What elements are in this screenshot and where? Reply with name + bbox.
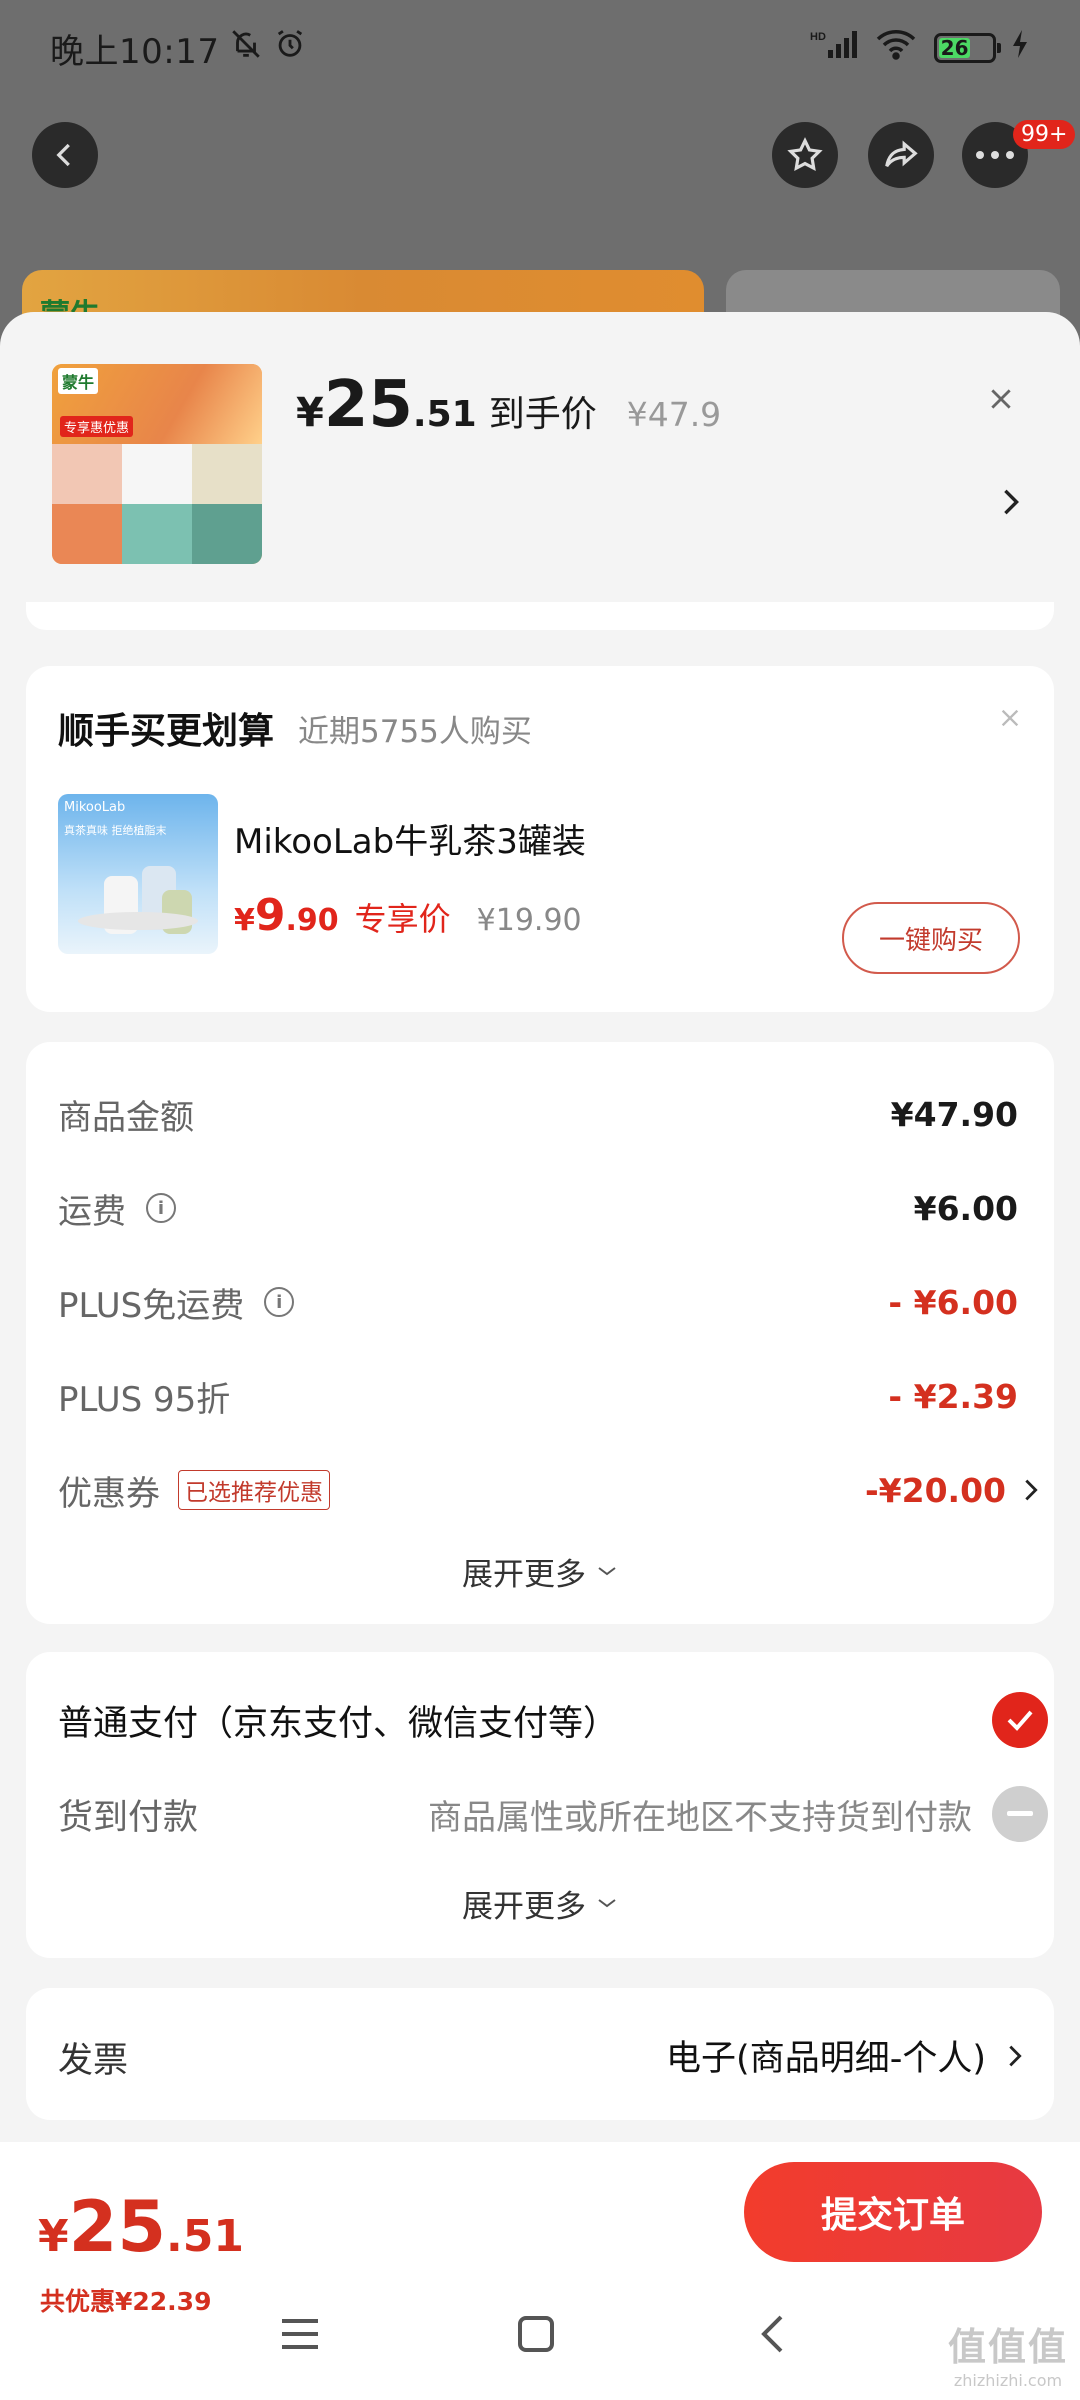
product-thumbnail: 蒙牛 专享惠优惠 xyxy=(52,364,262,564)
collapsed-section-strip xyxy=(26,602,1054,630)
more-badge: 99+ xyxy=(1013,120,1076,149)
original-price: ¥47.9 xyxy=(626,395,722,434)
charging-icon xyxy=(1010,28,1030,69)
submit-order-button[interactable]: 提交订单 xyxy=(744,2162,1042,2262)
upsell-price: ¥ 9 .90 专享价 ¥19.90 xyxy=(234,890,582,941)
upsell-card: 顺手买更划算 近期5755人购买 MikooLab 真茶真味 拒绝植脂末 Mik… xyxy=(26,666,1054,1012)
upsell-title: 顺手买更划算 xyxy=(58,711,275,752)
upsell-product-name[interactable]: MikooLab牛乳茶3罐装 xyxy=(234,814,586,863)
signal-icon: HD xyxy=(810,28,860,69)
share-button[interactable] xyxy=(868,122,934,188)
upsell-original-price: ¥19.90 xyxy=(476,903,582,938)
fee-row-shipping: 运费 i ¥6.00 xyxy=(58,1188,1018,1232)
invoice-card[interactable]: 发票 电子(商品明细-个人) xyxy=(26,1988,1054,2120)
watermark-url: zhizhizhi.com xyxy=(953,2371,1063,2390)
alarm-icon xyxy=(273,27,307,70)
upsell-close-button[interactable] xyxy=(990,698,1030,738)
upsell-subtitle: 近期5755人购买 xyxy=(298,714,532,750)
site-watermark: 值值值 zhizhizhi.com xyxy=(948,2316,1068,2390)
final-price-label: 到手价 xyxy=(488,394,597,435)
upsell-thumb-text: 真茶真味 拒绝植脂末 xyxy=(64,824,167,837)
upsell-price-tag: 专享价 xyxy=(354,900,451,938)
fee-row-goods-amount: 商品金额 ¥47.90 xyxy=(58,1094,1018,1138)
back-nav-button[interactable] xyxy=(742,2304,802,2364)
payment-expand-more[interactable]: 展开更多 xyxy=(26,1878,1054,1928)
fee-breakdown-card: 商品金额 ¥47.90 运费 i ¥6.00 PLUS免运费 i - ¥6.00 P… xyxy=(26,1042,1054,1624)
svg-text:HD: HD xyxy=(810,31,826,43)
fee-row-plus-free-shipping: PLUS免运费 i - ¥6.00 xyxy=(58,1282,1018,1326)
fees-expand-more[interactable]: 展开更多 xyxy=(26,1546,1054,1596)
status-bar: 晚上10:17 HD 26 xyxy=(0,0,1080,96)
coupon-recommended-tag: 已选推荐优惠 xyxy=(178,1470,330,1510)
thumb-brand-logo: 蒙牛 xyxy=(58,368,99,394)
cod-unavailable-hint: 商品属性或所在地区不支持货到付款 xyxy=(428,1797,972,1838)
back-button[interactable] xyxy=(32,122,98,188)
chevron-down-icon xyxy=(598,1899,616,1908)
payment-option-cod: 货到付款 商品属性或所在地区不支持货到付款 xyxy=(58,1784,1048,1844)
invoice-value: 电子(商品明细-个人) xyxy=(666,2039,986,2079)
watermark-logo: 值值值 xyxy=(947,2325,1068,2369)
upsell-thumb-brand: MikooLab xyxy=(64,800,126,815)
shipping-info-icon[interactable]: i xyxy=(146,1193,176,1223)
order-sheet: 蒙牛 专享惠优惠 ¥ 25 .51 到手价 ¥47.9 顺手买更划算 近期575… xyxy=(0,312,1080,2400)
product-summary: 蒙牛 专享惠优惠 ¥ 25 .51 到手价 ¥47.9 xyxy=(0,312,1080,612)
favorite-button[interactable] xyxy=(772,122,838,188)
invoice-chevron-icon xyxy=(1009,2045,1022,2066)
checkmark-selected-icon[interactable] xyxy=(992,1692,1048,1748)
status-time: 晚上10:17 xyxy=(50,31,220,72)
thumb-promo-tag: 专享惠优惠 xyxy=(60,416,134,437)
system-nav-bar xyxy=(0,2280,1080,2390)
fee-row-coupon[interactable]: 优惠券 已选推荐优惠 -¥20.00 xyxy=(58,1460,1038,1520)
mute-bell-icon xyxy=(229,27,263,70)
disabled-option-icon xyxy=(992,1786,1048,1842)
close-sheet-button[interactable] xyxy=(976,374,1026,424)
product-price: ¥ 25 .51 到手价 ¥47.9 xyxy=(296,368,722,442)
payment-option-normal[interactable]: 普通支付（京东支付、微信支付等） xyxy=(58,1690,1048,1750)
one-click-buy-button[interactable]: 一键购买 xyxy=(842,902,1020,974)
payment-method-card: 普通支付（京东支付、微信支付等） 货到付款 商品属性或所在地区不支持货到付款 展… xyxy=(26,1652,1054,1958)
total-price: ¥ 25 .51 xyxy=(38,2186,244,2268)
chevron-down-icon xyxy=(598,1567,616,1576)
wifi-icon xyxy=(874,27,920,70)
product-detail-chevron-icon[interactable] xyxy=(996,482,1026,522)
home-nav-button[interactable] xyxy=(506,2304,566,2364)
battery-level: 26 xyxy=(939,36,971,60)
menu-nav-button[interactable] xyxy=(270,2304,330,2364)
coupon-chevron-icon xyxy=(1025,1479,1038,1501)
fee-row-plus-discount: PLUS 95折 - ¥2.39 xyxy=(58,1376,1018,1420)
plus-shipping-info-icon[interactable]: i xyxy=(264,1287,295,1317)
battery-icon: 26 xyxy=(934,33,1001,63)
upsell-product-image[interactable]: MikooLab 真茶真味 拒绝植脂末 xyxy=(58,794,218,954)
invoice-label: 发票 xyxy=(58,2041,129,2081)
